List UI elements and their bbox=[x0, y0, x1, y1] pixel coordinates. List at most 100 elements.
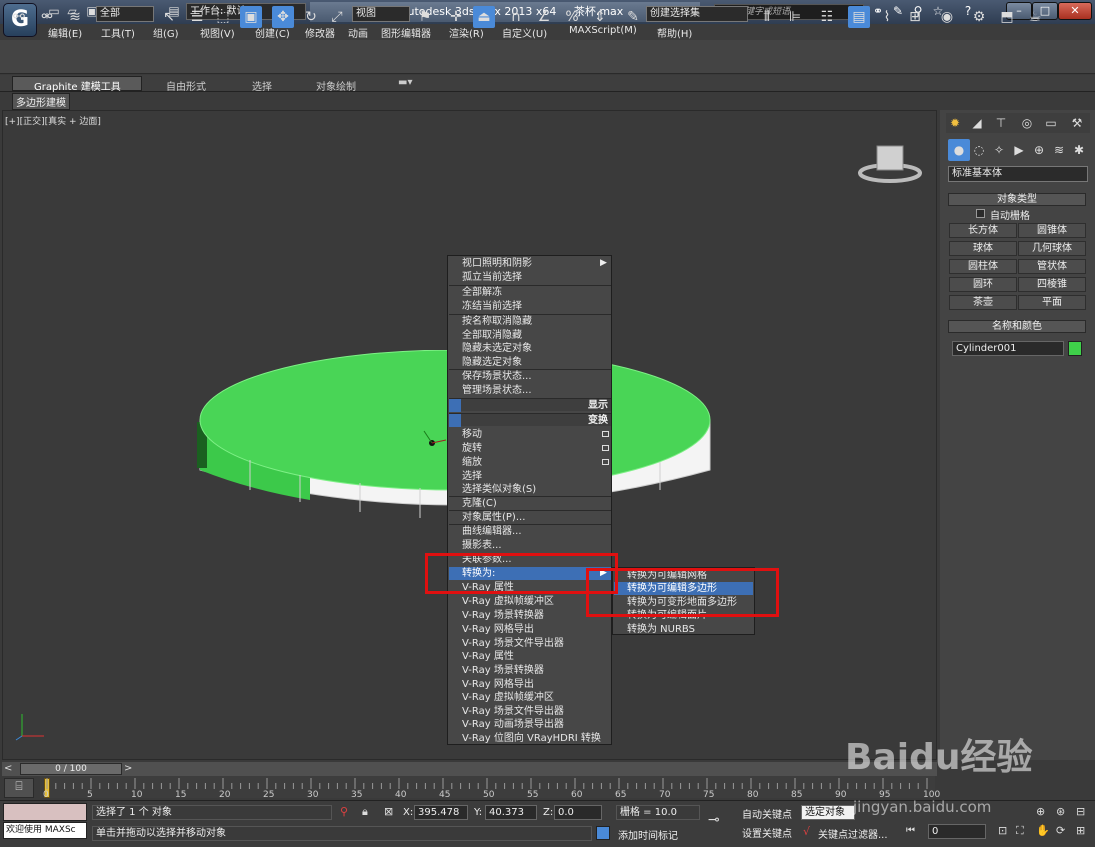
torus-button[interactable]: 圆环 bbox=[949, 277, 1017, 292]
menu-item-scale[interactable]: 缩放 bbox=[462, 456, 482, 469]
cone-button[interactable]: 圆锥体 bbox=[1018, 223, 1086, 238]
geometry-icon[interactable]: ● bbox=[948, 139, 970, 161]
angle-snap-icon[interactable]: ∠ bbox=[533, 6, 555, 28]
pyramid-button[interactable]: 四棱锥 bbox=[1018, 277, 1086, 292]
schematic-view-icon[interactable]: ⊞ bbox=[904, 6, 926, 28]
auto-key-button[interactable]: 自动关键点 bbox=[742, 806, 792, 821]
create-tab-icon[interactable]: ✹ bbox=[944, 112, 966, 134]
settings-box-icon[interactable] bbox=[602, 445, 609, 451]
modify-tab-icon[interactable]: ◢ bbox=[966, 112, 988, 134]
ribbon-options-icon[interactable]: ▬▾ bbox=[398, 77, 412, 88]
menu-item-unhide-by-name[interactable]: 按名称取消隐藏 bbox=[462, 315, 532, 328]
cylinder-button[interactable]: 圆柱体 bbox=[949, 259, 1017, 274]
menu-item-vray-scene-file-exporter[interactable]: V-Ray 场景文件导出器 bbox=[462, 637, 564, 650]
menu-item-curve-editor[interactable]: 曲线编辑器... bbox=[462, 525, 522, 538]
window-crossing-icon[interactable]: ▣ bbox=[240, 6, 262, 28]
select-scale-icon[interactable]: ⤢ bbox=[326, 6, 348, 28]
settings-box-icon[interactable] bbox=[602, 431, 609, 437]
utilities-tab-icon[interactable]: ⚒ bbox=[1066, 112, 1088, 134]
rect-selection-icon[interactable]: ⬚ bbox=[212, 6, 234, 28]
tab-freeform[interactable]: 自由形式 bbox=[166, 78, 206, 93]
menu-item-vray-framebuffer-2[interactable]: V-Ray 虚拟帧缓冲区 bbox=[462, 691, 554, 704]
z-coord-input[interactable]: 0.0 bbox=[554, 805, 602, 820]
isolate-toggle-icon[interactable]: ⚲ bbox=[340, 805, 348, 818]
lights-icon[interactable]: ✧ bbox=[988, 139, 1010, 161]
hierarchy-tab-icon[interactable]: ⊤ bbox=[990, 112, 1012, 134]
transform-gizmo-icon[interactable] bbox=[420, 428, 450, 458]
menu-item-dope-sheet[interactable]: 摄影表... bbox=[462, 539, 502, 552]
menu-item-unfreeze-all[interactable]: 全部解冻 bbox=[462, 286, 502, 299]
sphere-button[interactable]: 球体 bbox=[949, 241, 1017, 256]
material-editor-icon[interactable]: ◉ bbox=[936, 6, 958, 28]
edit-named-sel-icon[interactable]: ✎ bbox=[622, 6, 644, 28]
menu-item-vray-framebuffer[interactable]: V-Ray 虚拟帧缓冲区 bbox=[462, 595, 554, 608]
shapes-icon[interactable]: ◌ bbox=[968, 139, 990, 161]
select-manipulate-icon[interactable]: ✛ bbox=[445, 6, 467, 28]
key-filters-button[interactable]: 关键点过滤器... bbox=[818, 826, 888, 841]
menu-tools[interactable]: 工具(T) bbox=[101, 25, 135, 40]
menu-item-move[interactable]: 移动 bbox=[462, 428, 482, 441]
menu-item-vray-mesh-export-2[interactable]: V-Ray 网格导出 bbox=[462, 678, 534, 691]
plane-button[interactable]: 平面 bbox=[1018, 295, 1086, 310]
cameras-icon[interactable]: ▶ bbox=[1008, 139, 1030, 161]
spacewarps-icon[interactable]: ≋ bbox=[1048, 139, 1070, 161]
rendered-frame-icon[interactable]: ⬒ bbox=[996, 6, 1018, 28]
select-rotate-icon[interactable]: ↻ bbox=[300, 6, 322, 28]
menu-item-vray-bitmap-to-hdri[interactable]: V-Ray 位图向 VRayHDRI 转换 bbox=[462, 732, 601, 745]
snap-toggle-icon[interactable]: ∩ bbox=[505, 6, 527, 28]
object-name-input[interactable]: Cylinder001 bbox=[952, 341, 1064, 356]
zoom-extents-icon[interactable]: ⊡ bbox=[998, 824, 1007, 837]
layer-manager-icon[interactable]: ☷ bbox=[816, 6, 838, 28]
mirror-icon[interactable]: ⫴ bbox=[756, 6, 778, 28]
link-icon[interactable]: ⚯ bbox=[8, 6, 30, 28]
pan-view-icon[interactable]: ✋ bbox=[1036, 824, 1050, 837]
ref-coord-dropdown[interactable]: 视图 bbox=[352, 6, 410, 22]
menu-help[interactable]: 帮助(H) bbox=[657, 25, 692, 40]
geosphere-button[interactable]: 几何球体 bbox=[1018, 241, 1086, 256]
menu-item-vray-mesh-export[interactable]: V-Ray 网格导出 bbox=[462, 623, 534, 636]
menu-item-clone[interactable]: 克隆(C) bbox=[462, 497, 497, 510]
tube-button[interactable]: 管状体 bbox=[1018, 259, 1086, 274]
field-of-view-icon[interactable]: ⛶ bbox=[1016, 824, 1024, 838]
menu-item-unhide-all[interactable]: 全部取消隐藏 bbox=[462, 329, 522, 342]
key-mode-icon[interactable]: ⊸ bbox=[708, 812, 720, 828]
rollout-object-type[interactable]: 对象类型 bbox=[948, 193, 1086, 206]
y-coord-input[interactable]: 40.373 bbox=[485, 805, 537, 820]
render-setup-icon[interactable]: ⚙ bbox=[968, 6, 990, 28]
welcome-maxscript[interactable]: 欢迎使用 MAXSc bbox=[3, 822, 87, 839]
zoom-extents-all-icon[interactable]: ⊟ bbox=[1076, 805, 1085, 818]
set-key-button[interactable]: 设置关键点 bbox=[742, 825, 792, 840]
maxscript-listener-mini[interactable] bbox=[3, 803, 87, 821]
menu-item-vray-anim-scene-exporter[interactable]: V-Ray 动画场景导出器 bbox=[462, 718, 564, 731]
menu-item-save-scene-state[interactable]: 保存场景状态... bbox=[462, 370, 532, 383]
helpers-icon[interactable]: ⊕ bbox=[1028, 139, 1050, 161]
menu-item-viewport-lighting[interactable]: 视口照明和阴影 bbox=[462, 257, 532, 270]
x-coord-input[interactable]: 395.478 bbox=[414, 805, 468, 820]
time-slider-prev-icon[interactable]: < bbox=[4, 763, 12, 774]
time-slider-next-icon[interactable]: > bbox=[124, 763, 132, 774]
select-move-icon[interactable]: ✥ bbox=[272, 6, 294, 28]
maximize-viewport-icon[interactable]: ⊞ bbox=[1076, 824, 1085, 837]
tab-object-paint[interactable]: 对象绘制 bbox=[316, 78, 356, 93]
menu-item-vray-scene-file-exporter-2[interactable]: V-Ray 场景文件导出器 bbox=[462, 705, 564, 718]
menu-item-select[interactable]: 选择 bbox=[462, 470, 482, 483]
keyboard-shortcut-icon[interactable]: ⏏ bbox=[473, 6, 495, 28]
display-tab-icon[interactable]: ▭ bbox=[1040, 112, 1062, 134]
select-object-icon[interactable]: ↖ bbox=[158, 6, 180, 28]
menu-item-vray-properties-2[interactable]: V-Ray 属性 bbox=[462, 650, 514, 663]
zoom-icon[interactable]: ⊕ bbox=[1036, 805, 1045, 818]
orbit-icon[interactable]: ⟳ bbox=[1056, 824, 1065, 837]
time-tag-icon[interactable] bbox=[596, 826, 610, 840]
selection-filter-dropdown[interactable]: 全部 bbox=[96, 6, 154, 22]
select-by-name-icon[interactable]: ☰ bbox=[186, 6, 208, 28]
menu-item-hide-selection[interactable]: 隐藏选定对象 bbox=[462, 356, 522, 369]
menu-item-rotate[interactable]: 旋转 bbox=[462, 442, 482, 455]
menu-item-manage-scene-states[interactable]: 管理场景状态... bbox=[462, 384, 532, 397]
teapot-button[interactable]: 茶壶 bbox=[949, 295, 1017, 310]
subtab-poly-modeling[interactable]: 多边形建模 bbox=[12, 93, 70, 110]
box-button[interactable]: 长方体 bbox=[949, 223, 1017, 238]
align-icon[interactable]: ⊫ bbox=[784, 6, 806, 28]
rollout-name-color[interactable]: 名称和颜色 bbox=[948, 320, 1086, 333]
submenu-item-nurbs[interactable]: 转换为 NURBS bbox=[627, 623, 695, 636]
menu-item-vray-scene-converter-2[interactable]: V-Ray 场景转换器 bbox=[462, 664, 544, 677]
